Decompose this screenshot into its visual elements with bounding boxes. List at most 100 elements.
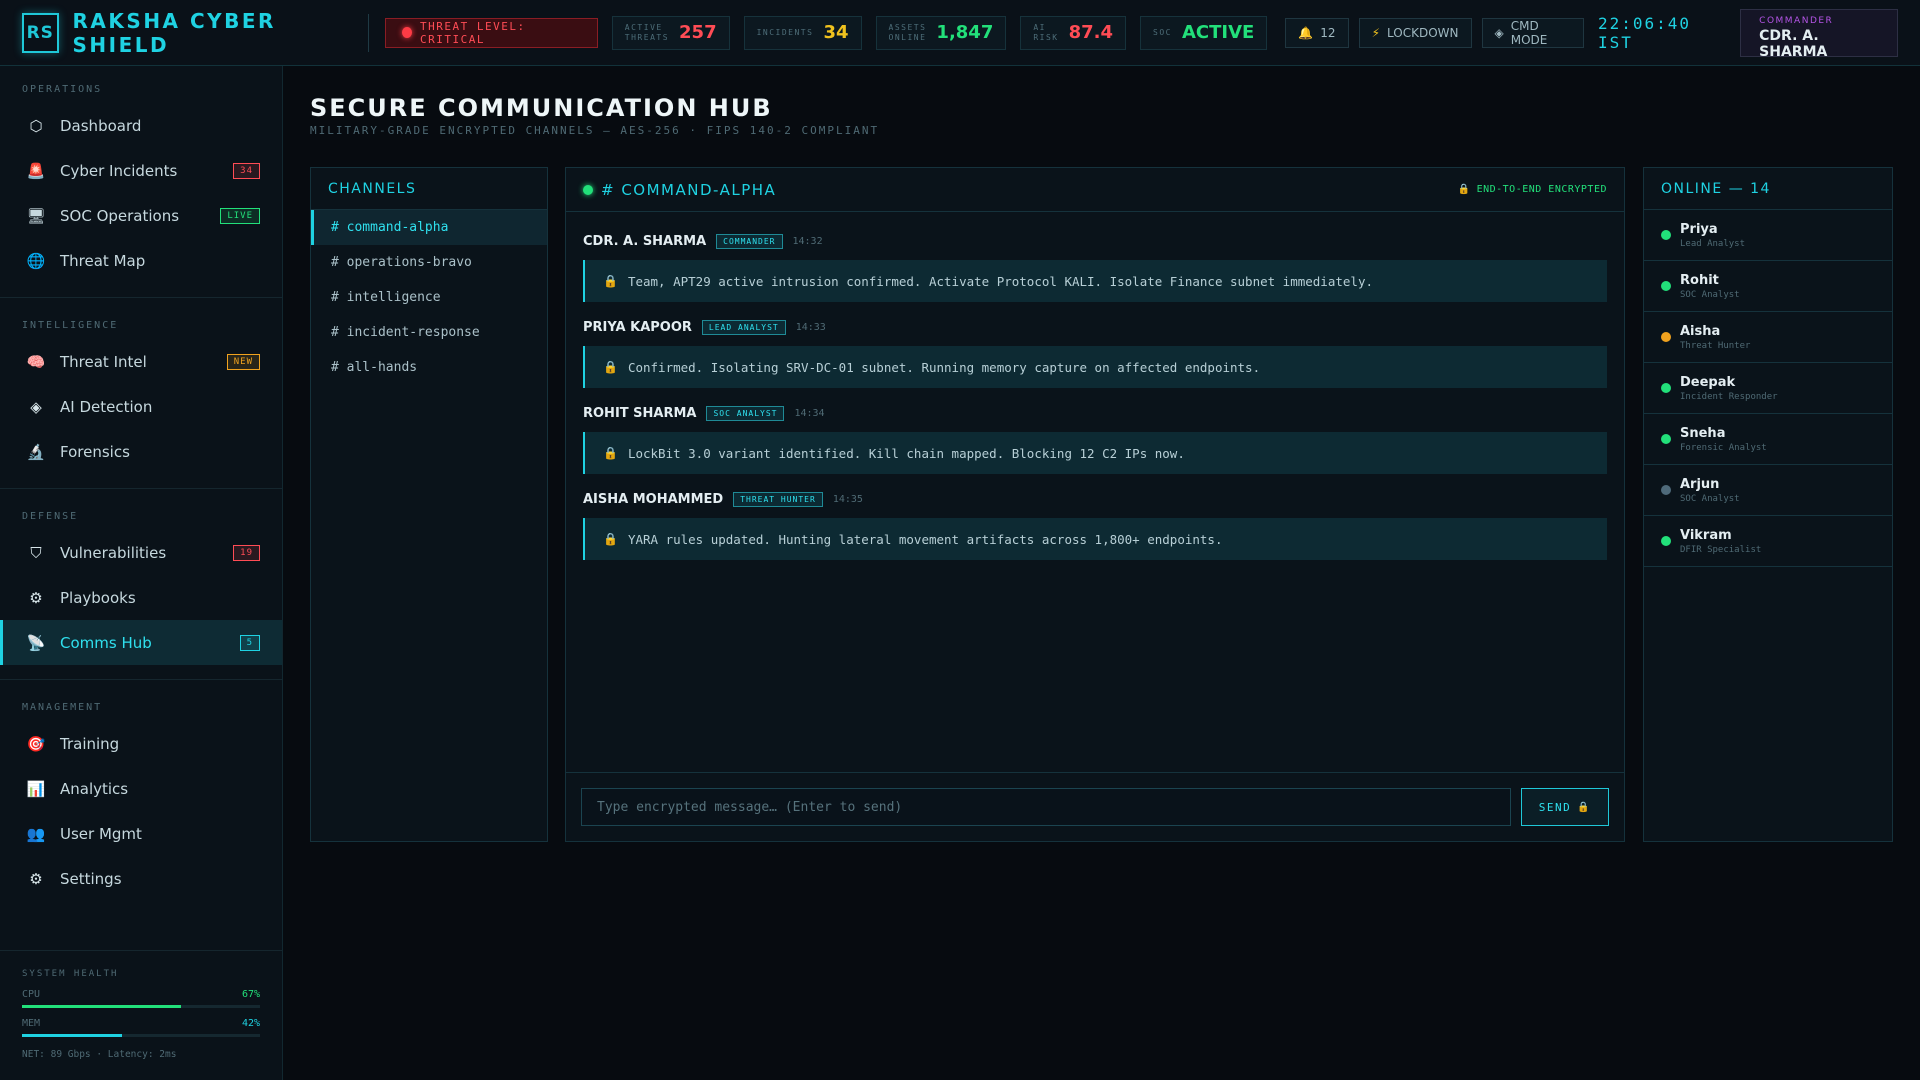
online-user[interactable]: Sneha Forensic Analyst — [1644, 414, 1892, 465]
stat-label-line: INCIDENTS — [756, 27, 814, 37]
stat-soc[interactable]: SOC ACTIVE — [1140, 15, 1268, 50]
message-author[interactable]: PRIYA KAPOOR — [583, 320, 692, 335]
sidebar-item-label: Threat Intel — [60, 352, 147, 371]
chat-channel-name: # COMMAND-ALPHA — [601, 180, 777, 199]
online-user[interactable]: Vikram DFIR Specialist — [1644, 516, 1892, 567]
brand-logo[interactable]: RS — [22, 12, 59, 53]
sidebar-item-analytics[interactable]: 📊 Analytics — [0, 766, 282, 811]
online-panel: ONLINE — 14 Priya Lead Analyst Rohit SOC An… — [1643, 167, 1893, 842]
cpu-bar — [22, 1005, 260, 1008]
sidebar-item-label: Settings — [60, 869, 122, 888]
commander-name: CDR. A. SHARMA — [1759, 27, 1828, 60]
stat-assets[interactable]: ASSETS ONLINE 1,847 — [875, 15, 1007, 50]
sidebar-item-threat-intel[interactable]: 🧠 Threat Intel NEW — [0, 339, 282, 384]
message-timestamp: 14:33 — [795, 321, 826, 333]
notifications-button[interactable]: 🔔 12 — [1285, 17, 1349, 48]
mem-label: MEM — [22, 1018, 41, 1029]
globe-icon: 🌐 — [26, 251, 46, 270]
sidebar-item-badge: LIVE — [220, 207, 260, 224]
channel-item[interactable]: # all-hands — [311, 350, 547, 385]
sidebar-item-threat-map[interactable]: 🌐 Threat Map — [0, 238, 282, 283]
user-role: Lead Analyst — [1680, 238, 1746, 249]
sidebar-divider — [0, 679, 282, 680]
sidebar: OPERATIONS ⬡ Dashboard 🚨 Cyber Incidents 34 🖥 S… — [0, 66, 283, 1080]
channel-item[interactable]: # operations-bravo — [311, 245, 547, 280]
diamond-icon: ◈ — [30, 397, 42, 416]
hexagon-icon: ⬡ — [29, 116, 43, 135]
sidebar-item-label: Playbooks — [60, 588, 136, 607]
lock-icon: 🔒 — [1457, 184, 1471, 195]
message-text: LockBit 3.0 variant identified. Kill cha… — [627, 445, 1185, 461]
lock-icon: 🔒 — [603, 360, 618, 374]
sidebar-item-soc-operations[interactable]: 🖥 SOC Operations LIVE — [0, 193, 282, 238]
online-user-list: Priya Lead Analyst Rohit SOC Analyst Aisha Th… — [1644, 210, 1892, 567]
message-list[interactable]: CDR. A. SHARMA COMMANDER 14:32 🔒 Team, APT29… — [566, 212, 1624, 560]
message-input[interactable] — [581, 788, 1511, 826]
sidebar-item-dashboard[interactable]: ⬡ Dashboard — [0, 103, 282, 148]
sidebar-item-user-mgmt[interactable]: 👥 User Mgmt — [0, 811, 282, 856]
sidebar-item-training[interactable]: 🎯 Training — [0, 721, 282, 766]
online-title: ONLINE — 14 — [1644, 168, 1892, 210]
channel-item[interactable]: # intelligence — [311, 280, 547, 315]
sidebar-item-playbooks[interactable]: ⚙ Playbooks — [0, 575, 282, 620]
online-user[interactable]: Priya Lead Analyst — [1644, 210, 1892, 261]
sidebar-item-cyber-incidents[interactable]: 🚨 Cyber Incidents 34 — [0, 148, 282, 193]
message-composer: SEND 🔒 — [566, 772, 1624, 841]
user-role: Threat Hunter — [1680, 340, 1751, 351]
cmd-mode-button[interactable]: ◈ CMD MODE — [1481, 17, 1584, 48]
siren-icon: 🚨 — [26, 161, 46, 180]
user-name: Vikram — [1680, 527, 1732, 543]
message-body: 🔒 YARA rules updated. Hunting lateral mov… — [583, 518, 1607, 560]
user-info: Vikram DFIR Specialist — [1680, 528, 1761, 555]
bell-icon: 🔔 — [1298, 25, 1314, 40]
server-icon: 🖥 — [26, 206, 46, 225]
sidebar-item-label: Comms Hub — [60, 633, 152, 652]
stat-value: 34 — [823, 22, 849, 43]
sidebar-item-vulnerabilities[interactable]: ⛉ Vulnerabilities 19 — [0, 530, 282, 575]
stat-ai[interactable]: AI RISK 87.4 — [1020, 15, 1127, 50]
channel-item[interactable]: # command-alpha — [311, 210, 547, 245]
online-user[interactable]: Aisha Threat Hunter — [1644, 312, 1892, 363]
chat-panel: # COMMAND-ALPHA 🔒 END-TO-END ENCRYPTED C… — [565, 167, 1625, 842]
user-info: Rohit SOC Analyst — [1680, 273, 1740, 300]
sidebar-item-comms-hub[interactable]: 📡 Comms Hub 5 — [0, 620, 282, 665]
stat-value: 87.4 — [1068, 22, 1114, 43]
sidebar-item-forensics[interactable]: 🔬 Forensics — [0, 429, 282, 474]
stat-label-line: ACTIVE — [624, 22, 663, 32]
sidebar-item-label: Dashboard — [60, 116, 142, 135]
mem-row: MEM 42% — [22, 1018, 260, 1029]
sidebar-section-title: DEFENSE — [22, 511, 79, 522]
threat-level-indicator[interactable]: THREAT LEVEL: CRITICAL — [385, 17, 598, 48]
channel-item[interactable]: # incident-response — [311, 315, 547, 350]
sidebar-item-label: Training — [60, 734, 120, 753]
online-user[interactable]: Deepak Incident Responder — [1644, 363, 1892, 414]
message-body: 🔒 LockBit 3.0 variant identified. Kill ch… — [583, 432, 1607, 474]
online-user[interactable]: Arjun SOC Analyst — [1644, 465, 1892, 516]
stat-group: ACTIVE THREATS 257 INCIDENTS 34 ASSETS ONLINE 1… — [598, 15, 1268, 50]
sidebar-divider — [0, 297, 282, 298]
stat-label: AI RISK — [1033, 23, 1058, 43]
status-dot-icon — [1661, 230, 1671, 240]
stat-value: ACTIVE — [1182, 22, 1255, 43]
send-button[interactable]: SEND 🔒 — [1521, 788, 1609, 826]
shield-icon: ⛉ — [30, 543, 42, 562]
user-name: Priya — [1680, 221, 1718, 237]
page-subtitle: MILITARY-GRADE ENCRYPTED CHANNELS — AES-… — [310, 124, 880, 137]
commander-profile[interactable]: COMMANDER CDR. A. SHARMA — [1740, 8, 1898, 60]
chat-message: AISHA MOHAMMED THREAT HUNTER 14:35 🔒 YARA ru… — [566, 490, 1624, 560]
stat-active[interactable]: ACTIVE THREATS 257 — [611, 15, 730, 50]
sidebar-divider — [0, 488, 282, 489]
stat-value: 257 — [679, 22, 717, 43]
lockdown-button[interactable]: ⚡ LOCKDOWN — [1358, 17, 1472, 48]
message-author[interactable]: ROHIT SHARMA — [583, 406, 696, 421]
sidebar-item-settings[interactable]: ⚙ Settings — [0, 856, 282, 901]
sidebar-item-label: Forensics — [60, 442, 130, 461]
stat-label-line: RISK — [1033, 32, 1059, 42]
message-author[interactable]: CDR. A. SHARMA — [583, 234, 706, 249]
message-author[interactable]: AISHA MOHAMMED — [583, 492, 723, 507]
sidebar-item-ai-detection[interactable]: ◈ AI Detection — [0, 384, 282, 429]
chat-message: PRIYA KAPOOR LEAD ANALYST 14:33 🔒 Confirmed.… — [566, 318, 1624, 388]
online-user[interactable]: Rohit SOC Analyst — [1644, 261, 1892, 312]
stat-incidents[interactable]: INCIDENTS 34 — [743, 15, 862, 50]
gear-icon: ⚙ — [29, 869, 43, 888]
